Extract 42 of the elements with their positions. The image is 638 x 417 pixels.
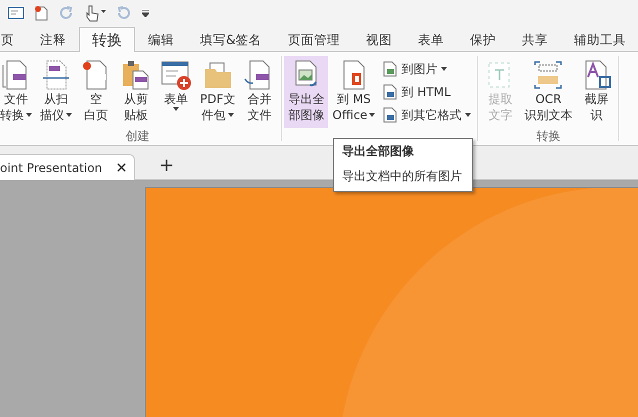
group-label: 转换 xyxy=(535,128,562,144)
scan-area-icon xyxy=(532,59,564,91)
menu-tab[interactable]: 编辑 xyxy=(135,29,187,51)
ribbon-button[interactable]: 导出全 部图像 xyxy=(284,56,328,128)
menu-tab[interactable]: 页 xyxy=(0,29,27,51)
menu-tab[interactable]: 保护 xyxy=(456,29,509,51)
ribbon-button[interactable]: 截屏 识 xyxy=(576,56,616,128)
tooltip-title: 导出全部图像 xyxy=(342,143,415,160)
ribbon-button[interactable]: 到 HTML xyxy=(379,81,476,103)
menu-tab[interactable]: 表单 xyxy=(404,29,457,51)
ribbon-button[interactable]: OCR 识别文本 xyxy=(520,56,576,128)
group-label: 创建 xyxy=(124,128,151,144)
ribbon-button[interactable]: PDF文 件包 xyxy=(196,56,240,128)
email-icon xyxy=(8,7,24,19)
ribbon-button[interactable]: 文件 转换 xyxy=(0,56,36,128)
form-icon xyxy=(160,59,192,91)
ribbon-button[interactable]: 到 MS Office xyxy=(328,56,380,128)
ribbon-button[interactable]: 表单 xyxy=(156,56,196,128)
close-icon[interactable] xyxy=(115,161,128,174)
tooltip-text: 导出文档中的所有图片 xyxy=(342,168,463,185)
ribbon-button[interactable]: 到图片 xyxy=(379,58,476,80)
ribbon-button[interactable]: 合并 文件 xyxy=(239,56,280,128)
hand-pointer-icon[interactable] xyxy=(84,4,106,22)
menu-tab[interactable]: 转换 xyxy=(79,27,135,52)
menu-tab[interactable]: 共享 xyxy=(508,29,561,51)
menu-tab[interactable]: 填写&签名 xyxy=(187,29,275,51)
menu-tab[interactable]: 注释 xyxy=(27,29,79,51)
new-document-icon xyxy=(34,5,48,21)
ribbon-button[interactable]: 从扫 描仪 xyxy=(36,56,76,128)
new-tab-button[interactable]: + xyxy=(155,156,178,176)
menu-tab[interactable]: 页面管理 xyxy=(274,29,353,51)
scanner-icon xyxy=(40,59,72,91)
menu-tab[interactable]: 辅助工具 xyxy=(560,29,638,51)
customize-menu-icon[interactable] xyxy=(142,10,149,16)
image-file-icon xyxy=(383,61,398,77)
ribbon-button[interactable]: 空 白页 xyxy=(76,56,116,128)
file-format-icon xyxy=(383,107,398,123)
ribbon-button[interactable]: 到其它格式 xyxy=(379,104,476,126)
ribbon-button[interactable]: 从剪 贴板 xyxy=(116,56,156,128)
menu-tab[interactable]: 视图 xyxy=(352,29,405,51)
web-file-icon xyxy=(383,84,398,100)
document-tab[interactable]: oint Presentation xyxy=(0,154,135,180)
